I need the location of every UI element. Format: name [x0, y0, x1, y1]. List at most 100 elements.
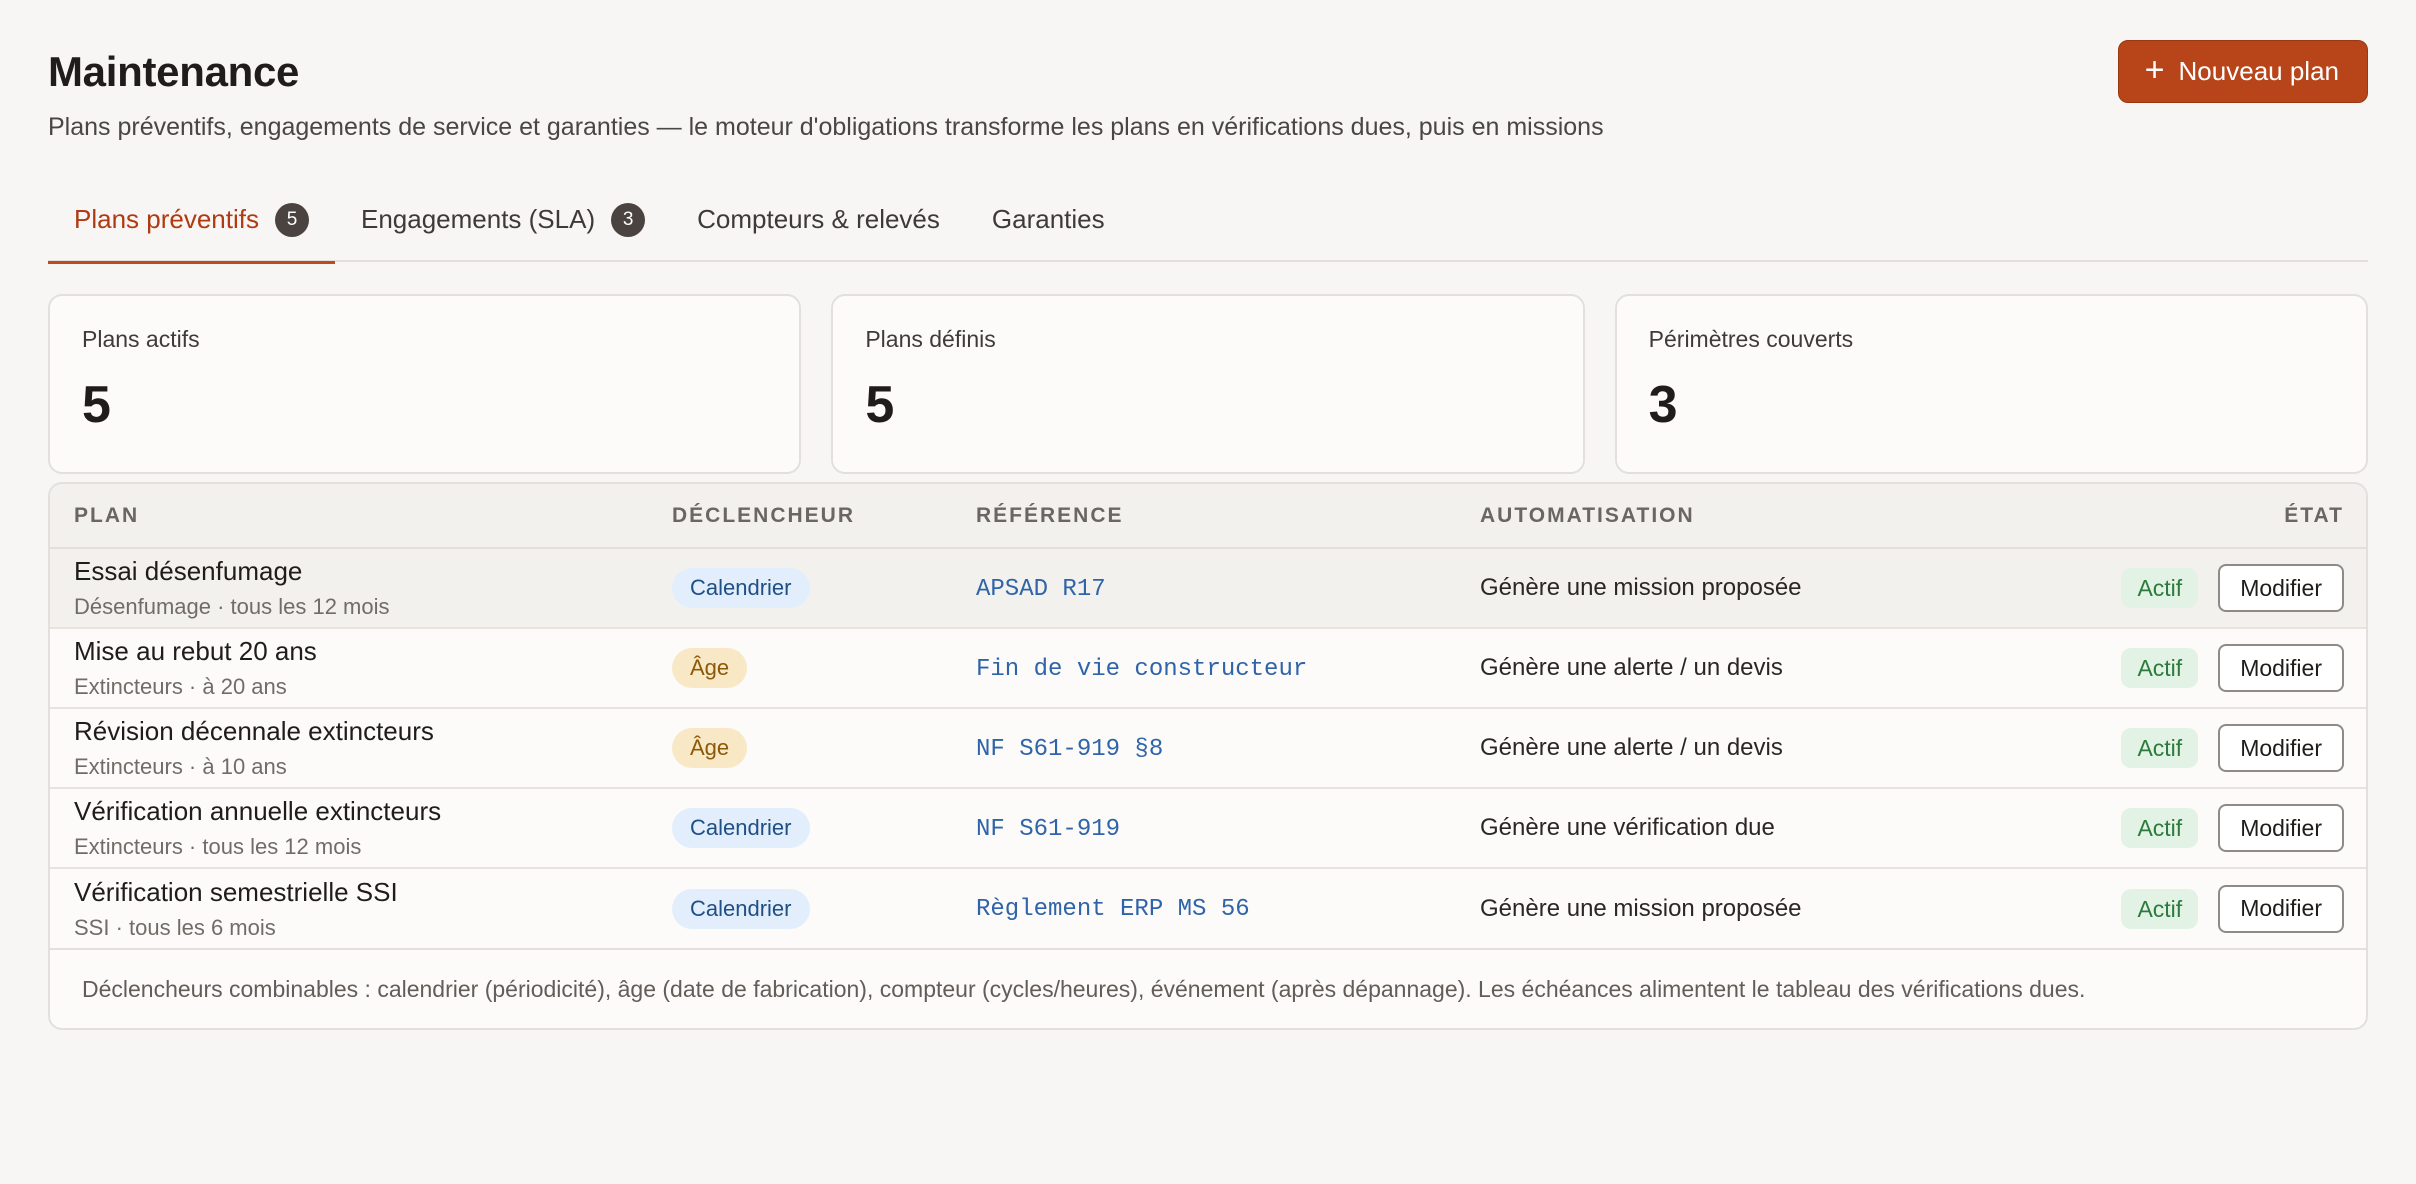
reference-cell: NF S61-919 §8 — [952, 708, 1456, 789]
reference-text: APSAD R17 — [976, 575, 1106, 603]
state-cell: Actif Modifier — [1986, 708, 2366, 789]
tab-plans-preventifs[interactable]: Plans préventifs 5 — [48, 176, 335, 264]
tab-label: Engagements (SLA) — [360, 203, 596, 234]
table-header-row: PLAN DÉCLENCHEUR RÉFÉRENCE AUTOMATISATIO… — [50, 484, 2366, 549]
state-cell: Actif Modifier — [1986, 868, 2366, 948]
stat-value: 3 — [1648, 376, 1678, 434]
trigger-badge: Calendrier — [672, 808, 810, 848]
reference-text: NF S61-919 — [976, 815, 1121, 843]
state-cell: Actif Modifier — [1986, 788, 2366, 869]
automation-text: Génère une alerte / un devis — [1480, 734, 1783, 761]
tab-engagements-sla[interactable]: Engagements (SLA) 3 — [335, 176, 671, 262]
table-row[interactable]: Essai désenfumage Désenfumage · tous les… — [50, 548, 2366, 629]
tab-count-badge: 5 — [274, 203, 309, 237]
automation-text: Génère une mission proposée — [1480, 894, 1802, 922]
page-title: Maintenance — [48, 48, 300, 95]
stat-value: 5 — [82, 376, 111, 434]
table-row[interactable]: Vérification semestrielle SSI SSI · tous… — [50, 868, 2366, 948]
table-row[interactable]: Révision décennale extincteurs Extincteu… — [50, 708, 2366, 789]
trigger-cell: Calendrier — [648, 548, 952, 629]
status-badge: Actif — [2121, 648, 2199, 688]
plan-detail: Extincteurs · à 20 ans — [74, 674, 287, 699]
trigger-badge: Calendrier — [672, 888, 810, 929]
tab-garanties[interactable]: Garanties — [966, 176, 1131, 262]
table-row[interactable]: Vérification annuelle extincteurs Extinc… — [50, 788, 2366, 869]
trigger-cell: Âge — [648, 628, 952, 709]
tab-label: Plans préventifs — [74, 203, 259, 234]
plan-name: Essai désenfumage — [74, 556, 303, 586]
edit-button[interactable]: Modifier — [2218, 884, 2344, 933]
plan-cell: Vérification semestrielle SSI SSI · tous… — [50, 868, 648, 948]
plan-cell: Mise au rebut 20 ans Extincteurs · à 20 … — [50, 628, 648, 709]
reference-text: NF S61-919 §8 — [976, 735, 1164, 763]
maintenance-page: Maintenance Plans préventifs, engagement… — [0, 0, 2416, 1184]
automation-cell: Génère une vérification due — [1456, 788, 1986, 869]
plan-detail: Extincteurs · à 10 ans — [74, 754, 287, 779]
stat-label: Plans actifs — [82, 326, 200, 352]
column-header-plan[interactable]: PLAN — [50, 484, 648, 549]
edit-button[interactable]: Modifier — [2218, 724, 2344, 772]
column-header-state[interactable]: ÉTAT — [1986, 484, 2366, 549]
tab-compteurs-releves[interactable]: Compteurs & relevés — [671, 176, 966, 262]
status-badge: Actif — [2121, 808, 2199, 848]
trigger-cell: Âge — [648, 708, 952, 789]
page-subtitle: Plans préventifs, engagements de service… — [48, 113, 1604, 141]
status-badge: Actif — [2121, 728, 2199, 768]
state-cell: Actif Modifier — [1986, 628, 2366, 709]
automation-cell: Génère une alerte / un devis — [1456, 708, 1986, 789]
trigger-cell: Calendrier — [648, 868, 952, 948]
tab-count-badge: 3 — [611, 203, 646, 237]
reference-text: Règlement ERP MS 56 — [976, 896, 1250, 923]
edit-button[interactable]: Modifier — [2218, 644, 2344, 692]
automation-text: Génère une alerte / un devis — [1480, 654, 1783, 681]
table-row[interactable]: Mise au rebut 20 ans Extincteurs · à 20 … — [50, 628, 2366, 709]
plan-detail: Extincteurs · tous les 12 mois — [74, 834, 362, 859]
automation-text: Génère une vérification due — [1480, 814, 1775, 841]
new-plan-button[interactable]: + Nouveau plan — [2117, 40, 2368, 103]
stat-value: 5 — [865, 376, 895, 434]
tab-bar: Plans préventifs 5 Engagements (SLA) 3 C… — [48, 176, 2368, 264]
plan-cell: Révision décennale extincteurs Extincteu… — [50, 708, 648, 789]
trigger-badge: Calendrier — [672, 568, 810, 608]
column-header-reference[interactable]: RÉFÉRENCE — [952, 484, 1456, 549]
status-badge: Actif — [2121, 888, 2199, 929]
stats-row: Plans actifs 5 Plans définis 5 Périmètre… — [48, 294, 2368, 474]
stat-card-active-plans: Plans actifs 5 — [48, 294, 802, 474]
reference-text: Fin de vie constructeur — [976, 655, 1308, 683]
trigger-badge: Âge — [672, 648, 748, 688]
reference-cell: Fin de vie constructeur — [952, 628, 1456, 709]
tab-label: Compteurs & relevés — [697, 203, 940, 234]
page-header: Maintenance Plans préventifs, engagement… — [48, 0, 2368, 176]
automation-cell: Génère une mission proposée — [1456, 868, 1986, 948]
plan-name: Vérification annuelle extincteurs — [74, 796, 442, 826]
new-plan-button-label: Nouveau plan — [2178, 56, 2339, 86]
plan-detail: SSI · tous les 6 mois — [74, 914, 276, 940]
plans-table-card: PLAN DÉCLENCHEUR RÉFÉRENCE AUTOMATISATIO… — [48, 482, 2368, 1030]
table-footnote: Déclencheurs combinables : calendrier (p… — [50, 948, 2366, 1028]
status-badge: Actif — [2121, 568, 2199, 608]
edit-button[interactable]: Modifier — [2218, 804, 2344, 852]
column-header-trigger[interactable]: DÉCLENCHEUR — [648, 484, 952, 549]
column-header-automation[interactable]: AUTOMATISATION — [1456, 484, 1986, 549]
stat-card-defined-plans: Plans définis 5 — [831, 294, 1585, 474]
plan-name: Vérification semestrielle SSI — [74, 876, 398, 907]
state-cell: Actif Modifier — [1986, 548, 2366, 629]
plan-name: Révision décennale extincteurs — [74, 716, 434, 746]
plan-cell: Vérification annuelle extincteurs Extinc… — [50, 788, 648, 869]
automation-text: Génère une mission proposée — [1480, 574, 1802, 601]
tab-label: Garanties — [991, 203, 1105, 234]
plan-name: Mise au rebut 20 ans — [74, 636, 317, 666]
automation-cell: Génère une alerte / un devis — [1456, 628, 1986, 709]
trigger-cell: Calendrier — [648, 788, 952, 869]
plans-table: PLAN DÉCLENCHEUR RÉFÉRENCE AUTOMATISATIO… — [50, 484, 2366, 948]
trigger-badge: Âge — [672, 728, 748, 768]
stat-label: Plans définis — [865, 326, 996, 352]
plan-cell: Essai désenfumage Désenfumage · tous les… — [50, 548, 648, 629]
reference-cell: APSAD R17 — [952, 548, 1456, 629]
stat-card-covered-scopes: Périmètres couverts 3 — [1614, 294, 2368, 474]
reference-cell: NF S61-919 — [952, 788, 1456, 869]
reference-cell: Règlement ERP MS 56 — [952, 868, 1456, 948]
edit-button[interactable]: Modifier — [2218, 564, 2344, 612]
automation-cell: Génère une mission proposée — [1456, 548, 1986, 629]
stat-label: Périmètres couverts — [1648, 326, 1854, 352]
